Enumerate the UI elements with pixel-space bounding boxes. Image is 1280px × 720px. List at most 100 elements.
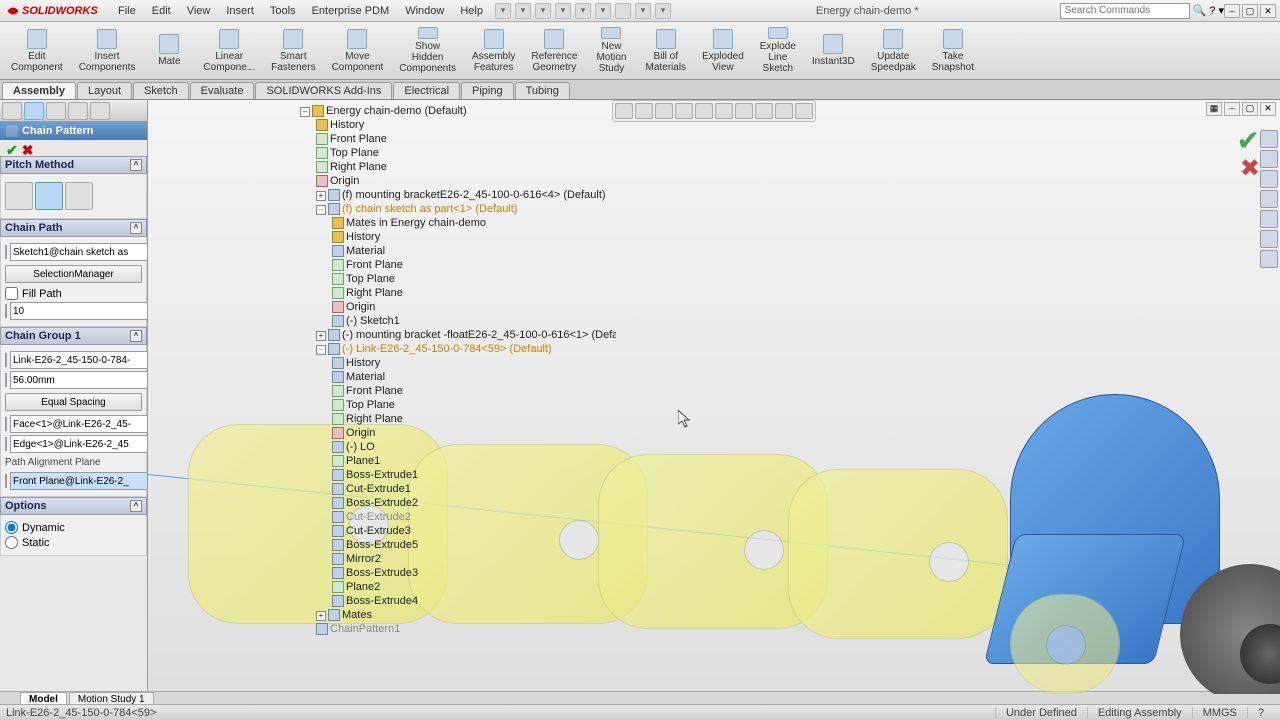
in-context-cancel-icon[interactable]: ✖ [1240,154,1260,183]
in-context-ok-icon[interactable]: ✔ [1237,124,1260,157]
tree-node[interactable]: Material [300,244,612,258]
expand-icon[interactable]: – [300,107,310,117]
status-units[interactable]: MMGS [1192,707,1247,719]
vp-close-icon[interactable]: ✕ [1260,102,1276,116]
tab-tubing[interactable]: Tubing [515,82,570,99]
alignment-plane-input[interactable] [10,472,148,490]
tab-layout[interactable]: Layout [77,82,132,99]
ribbon-mate[interactable]: Mate [144,24,194,77]
tree-node[interactable]: Origin [300,426,612,440]
tree-node[interactable]: Right Plane [300,412,612,426]
display-style-icon[interactable] [715,103,733,119]
graphics-viewport[interactable]: ▦ – ▢ ✕ ✔ ✖ –Energy chain-demo (Default)… [148,100,1280,694]
tree-node[interactable]: Front Plane [300,132,612,146]
flyout-feature-tree[interactable]: –Energy chain-demo (Default) History Front… [296,100,616,640]
tree-node[interactable]: Boss-Extrude1 [300,468,612,482]
tree-node[interactable]: Cut-Extrude3 [300,524,612,538]
ribbon-explode-line-sketch[interactable]: ExplodeLineSketch [753,24,803,77]
select-icon[interactable]: ▾ [595,3,611,19]
expand-icon[interactable]: – [316,345,326,355]
tree-node[interactable]: Top Plane [300,272,612,286]
pitch-opt-1[interactable] [5,182,33,210]
options-icon[interactable]: ▾ [635,3,651,19]
edge-ref-input[interactable] [10,435,148,453]
vp-max-icon[interactable]: ▢ [1242,102,1258,116]
expand-icon[interactable]: + [316,191,326,201]
tree-node[interactable]: Material [300,370,612,384]
display-manager-icon[interactable] [90,102,110,120]
tab-sketch[interactable]: Sketch [133,82,189,99]
pitch-opt-3[interactable] [65,182,93,210]
scene-icon[interactable] [775,103,793,119]
taskpane-explorer-icon[interactable] [1260,170,1278,188]
tree-node[interactable]: (-) LO [300,440,612,454]
menu-insert[interactable]: Insert [218,2,262,20]
search-icon[interactable]: 🔍 [1193,4,1207,17]
tree-node[interactable]: Right Plane [300,160,612,174]
undo-icon[interactable]: ▾ [575,3,591,19]
ribbon-reference-geometry[interactable]: ReferenceGeometry [524,24,584,77]
taskpane-appearances-icon[interactable] [1260,210,1278,228]
tree-node[interactable]: ChainPattern1 [300,622,612,636]
section-view-icon[interactable] [675,103,693,119]
section-pitch-method[interactable]: Pitch Method^ [0,156,147,174]
face-ref-input[interactable] [10,415,148,433]
tree-node[interactable]: Top Plane [300,146,612,160]
ribbon-take-snapshot[interactable]: TakeSnapshot [925,24,981,77]
feature-manager-icon[interactable] [2,102,22,120]
path-input[interactable] [10,243,148,261]
expand-icon[interactable]: + [316,331,326,341]
pitch-opt-2[interactable] [35,182,63,210]
tree-node[interactable]: Boss-Extrude2 [300,496,612,510]
tree-node[interactable]: Origin [300,174,612,188]
tree-node[interactable]: +(-) mounting bracket -floatE26-2_45-100… [300,328,612,342]
tab-evaluate[interactable]: Evaluate [190,82,255,99]
zoom-area-icon[interactable] [635,103,653,119]
prev-view-icon[interactable] [655,103,673,119]
tree-node[interactable]: Front Plane [300,384,612,398]
tree-node[interactable]: History [300,356,612,370]
ribbon-smart-fasteners[interactable]: SmartFasteners [264,24,322,77]
ribbon-assembly-features[interactable]: AssemblyFeatures [465,24,522,77]
collapse-icon[interactable]: ^ [130,159,142,171]
ribbon-new-motion-study[interactable]: NewMotionStudy [586,24,636,77]
close-icon[interactable]: ✕ [1260,4,1276,18]
taskpane-view-palette-icon[interactable] [1260,190,1278,208]
hide-show-icon[interactable] [735,103,753,119]
section-chain-path[interactable]: Chain Path^ [0,219,147,237]
section-options[interactable]: Options^ [0,497,147,515]
section-chain-group[interactable]: Chain Group 1^ [0,327,147,345]
new-icon[interactable]: ▾ [495,3,511,19]
tree-node[interactable]: History [300,230,612,244]
taskpane-resources-icon[interactable] [1260,130,1278,148]
tree-node[interactable]: +(f) mounting bracketE26-2_45-100-0-616<… [300,188,612,202]
help-dropdown-icon[interactable]: ? ▾ [1209,4,1224,17]
taskpane-library-icon[interactable] [1260,150,1278,168]
minimize-icon[interactable]: – [1224,4,1240,18]
tree-node[interactable]: Boss-Extrude4 [300,594,612,608]
ribbon-show-hidden-components[interactable]: ShowHiddenComponents [392,24,463,77]
ribbon-bill-of-materials[interactable]: Bill ofMaterials [638,24,693,77]
ribbon-update-speedpak[interactable]: UpdateSpeedpak [864,24,923,77]
tree-node[interactable]: Front Plane [300,258,612,272]
taskpane-forum-icon[interactable] [1260,250,1278,268]
menu-tools[interactable]: Tools [262,2,304,20]
ribbon-move-component[interactable]: MoveComponent [325,24,391,77]
vp-min-icon[interactable]: – [1224,102,1240,116]
view-orient-icon[interactable] [695,103,713,119]
tree-node[interactable]: Cut-Extrude2 [300,510,612,524]
status-help-icon[interactable]: ? [1247,707,1274,719]
save-icon[interactable]: ▾ [535,3,551,19]
tree-node[interactable]: Top Plane [300,398,612,412]
ribbon-exploded-view[interactable]: ExplodedView [695,24,751,77]
expand-icon[interactable]: + [316,611,326,621]
settings-icon[interactable]: ▾ [655,3,671,19]
tree-node[interactable]: –(f) chain sketch as part<1> (Default) [300,202,612,216]
tree-node[interactable]: –Energy chain-demo (Default) [300,104,612,118]
tree-node[interactable]: +Mates [300,608,612,622]
pitch-input[interactable] [10,371,148,389]
collapse-icon[interactable]: ^ [130,330,142,342]
ribbon-instant-d[interactable]: Instant3D [805,24,862,77]
equal-spacing-button[interactable]: Equal Spacing [5,393,142,411]
dimxpert-manager-icon[interactable] [68,102,88,120]
